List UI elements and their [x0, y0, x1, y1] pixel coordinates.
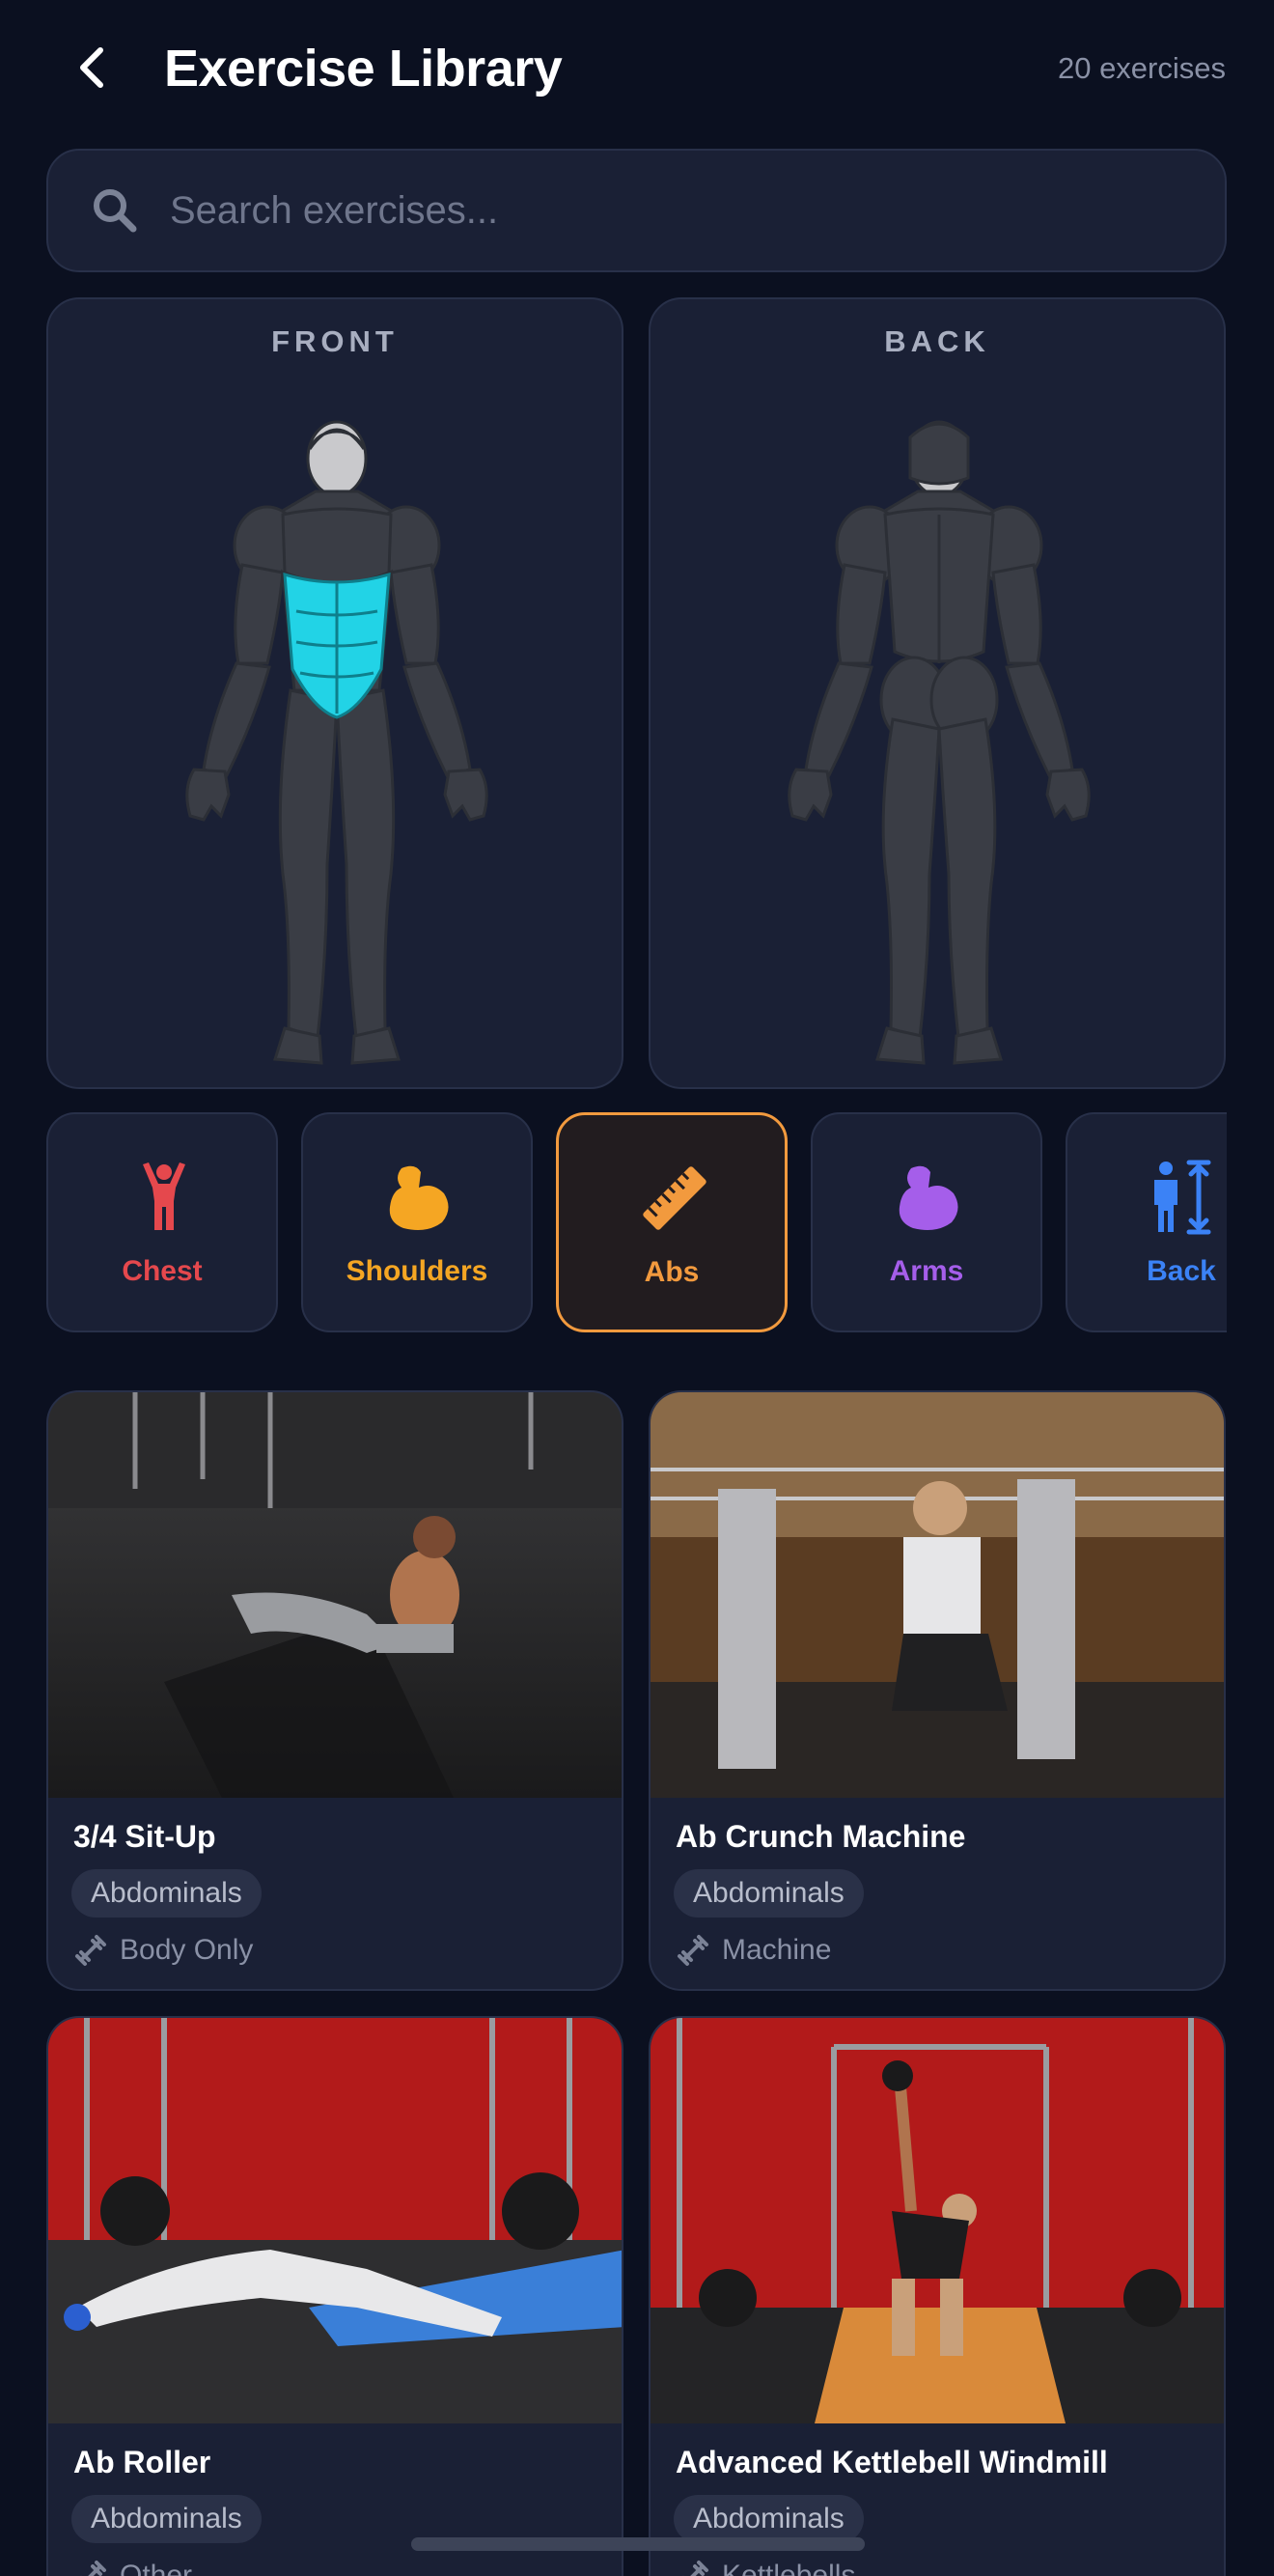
- exercise-photo: [651, 1392, 1224, 1798]
- equipment-label: Machine: [722, 1934, 832, 1966]
- category-abs[interactable]: Abs: [556, 1112, 788, 1332]
- exercise-card[interactable]: Ab Crunch Machine Abdominals Machine: [649, 1390, 1226, 1991]
- header: Exercise Library 20 exercises: [0, 0, 1274, 135]
- person-height-icon: [1154, 1160, 1211, 1235]
- back-body-figure[interactable]: [785, 410, 1094, 1077]
- category-label: Arms: [889, 1255, 964, 1287]
- ruler-icon: [643, 1166, 706, 1230]
- person-arms-up-icon: [143, 1162, 185, 1230]
- front-body-map[interactable]: FRONT: [46, 297, 623, 1089]
- muscle-badge: Abdominals: [674, 1869, 864, 1918]
- exercise-count: 20 exercises: [1057, 51, 1226, 85]
- equipment-info: Other: [73, 2559, 192, 2576]
- category-arms[interactable]: Arms: [811, 1112, 1042, 1332]
- dumbbell-icon: [690, 2561, 708, 2576]
- flexed-bicep-icon: [899, 1165, 958, 1230]
- page-title: Exercise Library: [164, 40, 563, 98]
- category-shoulders[interactable]: Shoulders: [301, 1112, 533, 1332]
- exercise-name: 3/4 Sit-Up: [73, 1819, 216, 1854]
- front-body-figure[interactable]: [182, 410, 491, 1077]
- category-back[interactable]: Back: [1066, 1112, 1227, 1332]
- exercise-name: Ab Crunch Machine: [676, 1819, 966, 1854]
- exercise-name: Advanced Kettlebell Windmill: [676, 2445, 1108, 2479]
- back-body-map[interactable]: BACK: [649, 297, 1226, 1089]
- search-bar[interactable]: [46, 149, 1227, 272]
- chevron-left-icon: [80, 47, 103, 88]
- category-label: Abs: [644, 1256, 700, 1288]
- category-label: Chest: [122, 1255, 203, 1287]
- home-indicator[interactable]: [411, 2537, 865, 2551]
- exercise-card[interactable]: Advanced Kettlebell Windmill Abdominals …: [649, 2016, 1226, 2576]
- flexed-bicep-icon: [389, 1165, 449, 1230]
- exercise-card[interactable]: 3/4 Sit-Up Abdominals Body Only: [46, 1390, 623, 1991]
- muscle-category-list: Chest Shoulders Abs Arms Back: [46, 1112, 1227, 1334]
- category-label: Back: [1147, 1255, 1216, 1287]
- front-view-label: FRONT: [271, 324, 399, 358]
- muscle-badge: Abdominals: [71, 2495, 262, 2543]
- exercise-photo: [48, 2018, 622, 2423]
- equipment-label: Other: [120, 2560, 193, 2576]
- muscle-badge: Abdominals: [71, 1869, 262, 1918]
- category-label: Shoulders: [346, 1255, 488, 1287]
- back-button[interactable]: [64, 37, 122, 98]
- equipment-label: Body Only: [120, 1934, 254, 1966]
- dumbbell-icon: [678, 1935, 708, 1966]
- search-icon: [94, 189, 137, 233]
- muscle-badge: Abdominals: [674, 2495, 864, 2543]
- search-input[interactable]: [170, 188, 1225, 233]
- exercise-name: Ab Roller: [73, 2445, 211, 2479]
- equipment-label: Kettlebells: [722, 2560, 856, 2576]
- category-chest[interactable]: Chest: [46, 1112, 278, 1332]
- dumbbell-icon: [75, 1935, 106, 1966]
- equipment-info: Machine: [676, 1933, 831, 1968]
- back-view-label: BACK: [884, 324, 990, 358]
- equipment-info: Kettlebells: [676, 2559, 855, 2576]
- dumbbell-icon: [88, 2561, 106, 2576]
- equipment-info: Body Only: [73, 1933, 253, 1968]
- exercise-photo: [651, 2018, 1224, 2423]
- exercise-photo: [48, 1392, 622, 1798]
- exercise-card[interactable]: Ab Roller Abdominals Other: [46, 2016, 623, 2576]
